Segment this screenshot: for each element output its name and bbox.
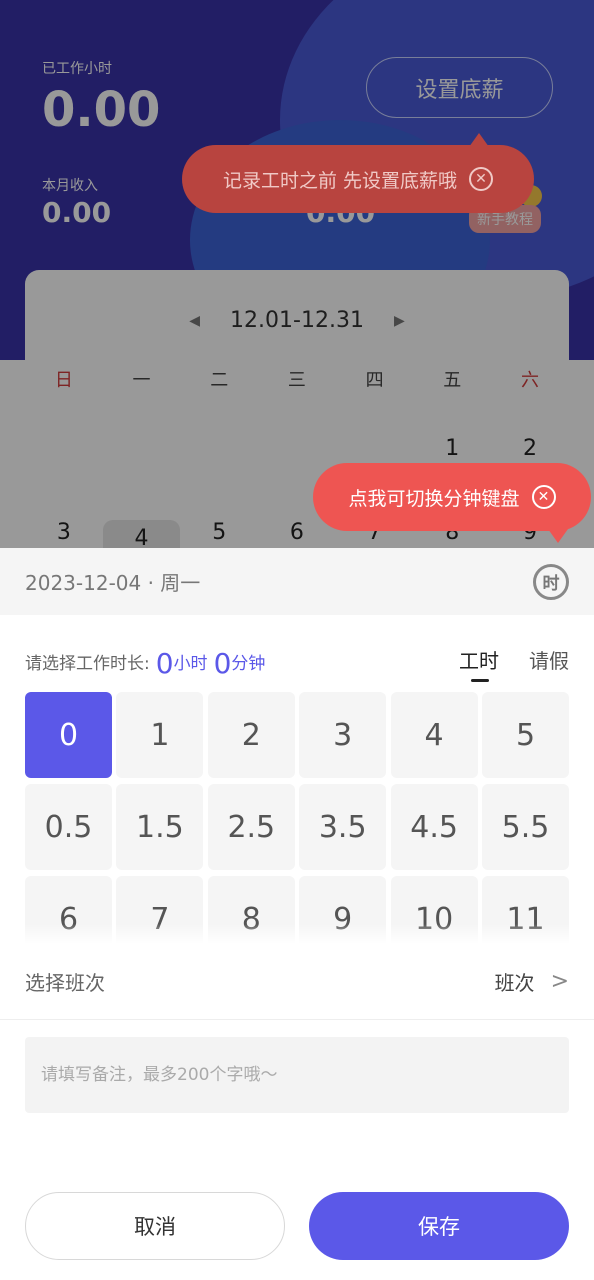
shift-value-group: 班次 > [495, 967, 569, 996]
hour-key[interactable]: 1.5 [116, 784, 204, 870]
hour-key[interactable]: 5 [482, 692, 569, 778]
mode-tabs: 工时 请假 [459, 645, 569, 682]
hour-key[interactable]: 0 [25, 692, 112, 778]
hour-key[interactable]: 4.5 [390, 784, 478, 870]
salary-tooltip[interactable]: 记录工时之前 先设置底薪哦 ✕ [182, 133, 534, 213]
remark-input[interactable] [25, 1037, 569, 1113]
hour-key[interactable]: 4 [390, 692, 478, 778]
hour-key[interactable]: 2.5 [207, 784, 295, 870]
duration-row: 请选择工作时长: 0 小时 0 分钟 工时 请假 [25, 640, 569, 682]
work-hours-sheet: 2023-12-04 · 周一 时 请选择工作时长: 0 小时 0 分钟 工时 … [0, 548, 594, 1280]
keyboard-tooltip[interactable]: 点我可切换分钟键盘 ✕ [313, 463, 591, 543]
date-bar: 2023-12-04 · 周一 时 [0, 548, 594, 615]
hours-value: 0 [155, 647, 174, 680]
selected-date: 2023-12-04 · 周一 [25, 571, 201, 595]
shift-selector[interactable]: 选择班次 班次 > [0, 944, 594, 1020]
salary-tooltip-text: 记录工时之前 先设置底薪哦 [222, 169, 458, 192]
hour-key[interactable]: 0.5 [25, 784, 112, 870]
chevron-right-icon: > [550, 969, 569, 994]
tab-work-hours[interactable]: 工时 [459, 645, 499, 682]
hours-unit: 小时 [173, 654, 208, 674]
keyboard-tooltip-text: 点我可切换分钟键盘 [348, 487, 520, 510]
hour-key[interactable]: 1 [116, 692, 204, 778]
shift-value: 班次 [494, 971, 535, 995]
duration-label: 请选择工作时长: [25, 654, 150, 674]
close-icon[interactable]: ✕ [531, 485, 556, 509]
hour-key[interactable]: 3 [299, 692, 387, 778]
hour-key[interactable]: 5.5 [482, 784, 569, 870]
tab-leave[interactable]: 请假 [529, 645, 569, 674]
hour-key[interactable]: 3.5 [299, 784, 387, 870]
keyboard-switch-icon[interactable]: 时 [533, 563, 569, 600]
shift-label: 选择班次 [25, 971, 105, 995]
keypad-fade [25, 924, 569, 944]
minutes-value: 0 [213, 647, 232, 680]
save-button[interactable]: 保存 [309, 1192, 569, 1260]
hour-keypad: 0 1 2 3 4 5 0.5 1.5 2.5 3.5 4.5 5.5 6 7 8 9 10 11 [25, 692, 569, 944]
cancel-button[interactable]: 取消 [25, 1192, 285, 1260]
minutes-unit: 分钟 [231, 654, 266, 674]
close-icon[interactable]: ✕ [469, 167, 494, 191]
hour-key[interactable]: 2 [207, 692, 295, 778]
